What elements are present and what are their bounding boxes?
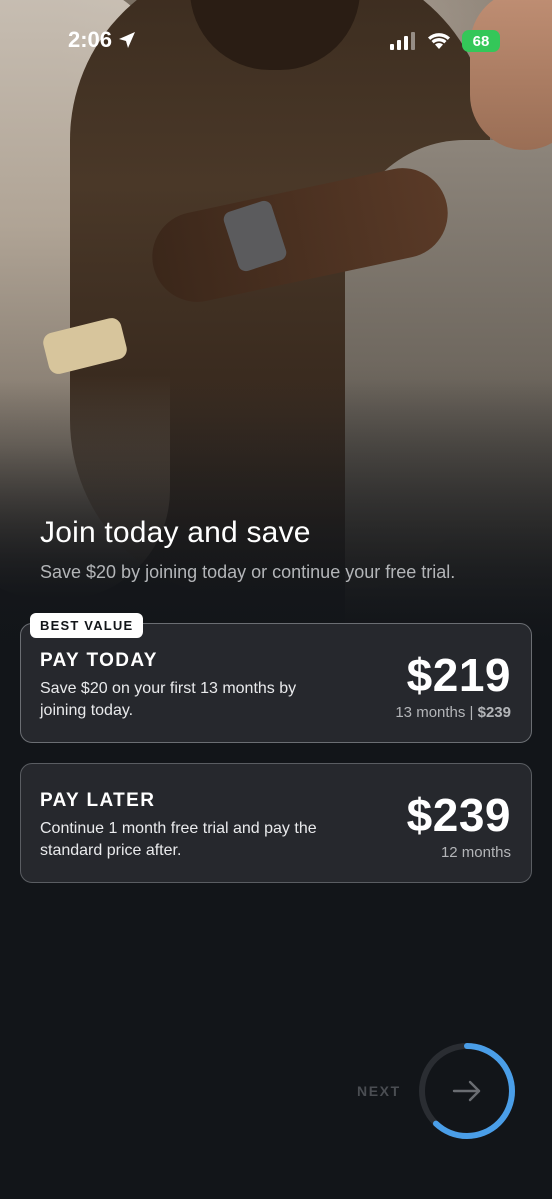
status-bar: 2:06 68 <box>0 0 552 84</box>
original-price: $239 <box>477 704 511 721</box>
page-subtitle: Save $20 by joining today or continue yo… <box>40 562 456 582</box>
hero-image <box>0 0 552 700</box>
plan-description: Continue 1 month free trial and pay the … <box>40 820 317 859</box>
plan-price-note: 13 months | $239 <box>395 704 511 721</box>
best-value-badge: BEST VALUE <box>30 613 144 638</box>
plan-price: $219 <box>406 649 511 701</box>
plan-title: PAY TODAY <box>40 650 158 671</box>
battery-charging-icon: 68 <box>462 30 500 52</box>
plan-description: Save $20 on your first 13 months by join… <box>40 680 297 719</box>
status-time: 2:06 <box>68 27 136 53</box>
signal-bars-icon <box>390 32 415 50</box>
plan-price-note: 12 months <box>440 844 511 861</box>
arrow-right-icon <box>452 1080 481 1102</box>
progress-ring <box>419 1043 515 1139</box>
plan-title: PAY LATER <box>40 790 156 811</box>
plan-card-pay-later[interactable]: PAY LATER Continue 1 month free trial an… <box>20 763 532 883</box>
wifi-icon <box>428 33 450 49</box>
plan-price: $239 <box>406 789 511 841</box>
plan-card-pay-today[interactable]: PAY TODAY Save $20 on your first 13 mont… <box>20 623 532 743</box>
next-button[interactable] <box>417 1041 517 1141</box>
next-label: NEXT <box>357 1083 401 1099</box>
location-arrow-icon <box>119 32 136 48</box>
page-title: Join today and save <box>40 516 311 549</box>
